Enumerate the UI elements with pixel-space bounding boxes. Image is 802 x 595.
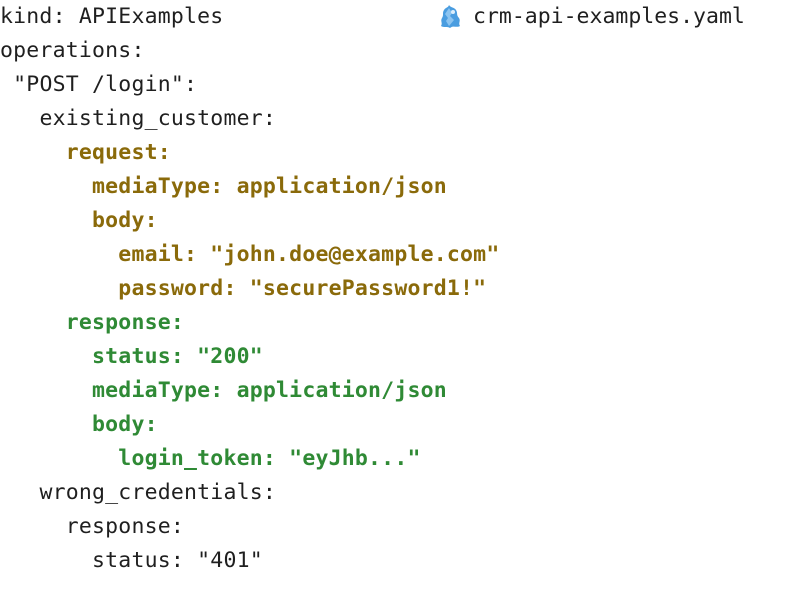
code-line-16: response: bbox=[65, 514, 185, 539]
code-line-3: "POST /login": bbox=[13, 72, 198, 97]
code-line-14: login_token: "eyJhb..." bbox=[118, 446, 421, 471]
code-line-9: password: "securePassword1!" bbox=[118, 276, 487, 301]
code-line-11: status: "200" bbox=[92, 344, 263, 369]
code-line-15: wrong_credentials: bbox=[39, 480, 277, 505]
code-line-2: operations: bbox=[0, 38, 145, 63]
code-line-10: response: bbox=[65, 310, 185, 335]
file-tab[interactable]: crm-api-examples.yaml bbox=[437, 0, 745, 34]
stoplight-yaml-file-icon bbox=[441, 5, 460, 28]
yaml-code-view: kind: APIExamples crm-api-examples.yaml … bbox=[0, 0, 802, 595]
code-line-5: request: bbox=[65, 140, 171, 165]
code-line-4: existing_customer: bbox=[39, 106, 277, 131]
code-line-6: mediaType: application/json bbox=[92, 174, 447, 199]
code-line-8: email: "john.doe@example.com" bbox=[118, 242, 500, 267]
code-line-17: status: "401" bbox=[92, 548, 263, 573]
file-name-label: crm-api-examples.yaml bbox=[473, 4, 745, 29]
code-line-1: kind: APIExamples bbox=[0, 4, 224, 29]
code-line-12: mediaType: application/json bbox=[92, 378, 447, 403]
code-line-7: body: bbox=[92, 208, 158, 233]
code-line-13: body: bbox=[92, 412, 158, 437]
